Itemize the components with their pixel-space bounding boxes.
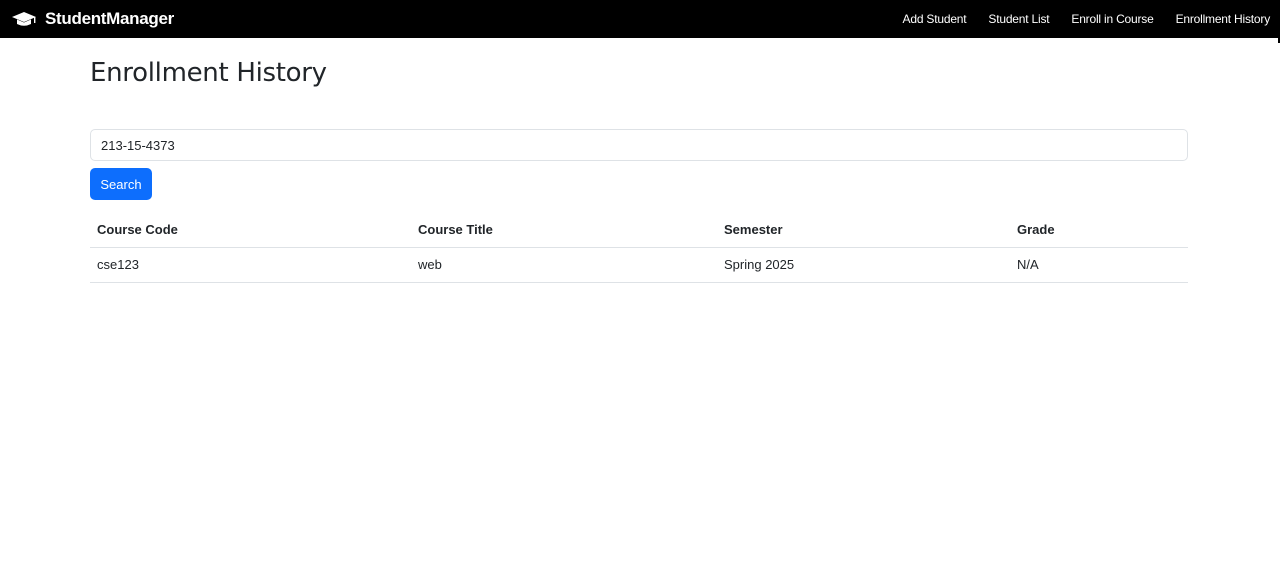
column-header-semester: Semester [717,212,1010,248]
brand-link[interactable]: StudentManager [11,0,174,38]
navbar: StudentManager Add Student Student List … [0,0,1280,38]
brand-name: StudentManager [45,9,174,28]
enrollment-history-table: Course Code Course Title Semester Grade … [90,212,1188,283]
cell-course-title: web [411,247,717,283]
nav-link-enroll-in-course[interactable]: Enroll in Course [1071,12,1153,26]
column-header-course-code: Course Code [90,212,411,248]
cell-semester: Spring 2025 [717,247,1010,283]
nav-link-enrollment-history[interactable]: Enrollment History [1176,12,1271,26]
nav-links: Add Student Student List Enroll in Cours… [881,0,1271,38]
table-row: cse123 web Spring 2025 N/A [90,247,1188,283]
column-header-course-title: Course Title [411,212,717,248]
search-button[interactable]: Search [90,168,152,200]
nav-link-add-student[interactable]: Add Student [903,12,967,26]
column-header-grade: Grade [1010,212,1188,248]
nav-link-student-list[interactable]: Student List [988,12,1049,26]
page-title: Enrollment History [90,58,327,88]
cell-grade: N/A [1010,247,1188,283]
graduation-cap-icon [11,10,37,28]
student-id-search-input[interactable] [90,129,1188,161]
cell-course-code: cse123 [90,247,411,283]
table-header-row: Course Code Course Title Semester Grade [90,212,1188,248]
